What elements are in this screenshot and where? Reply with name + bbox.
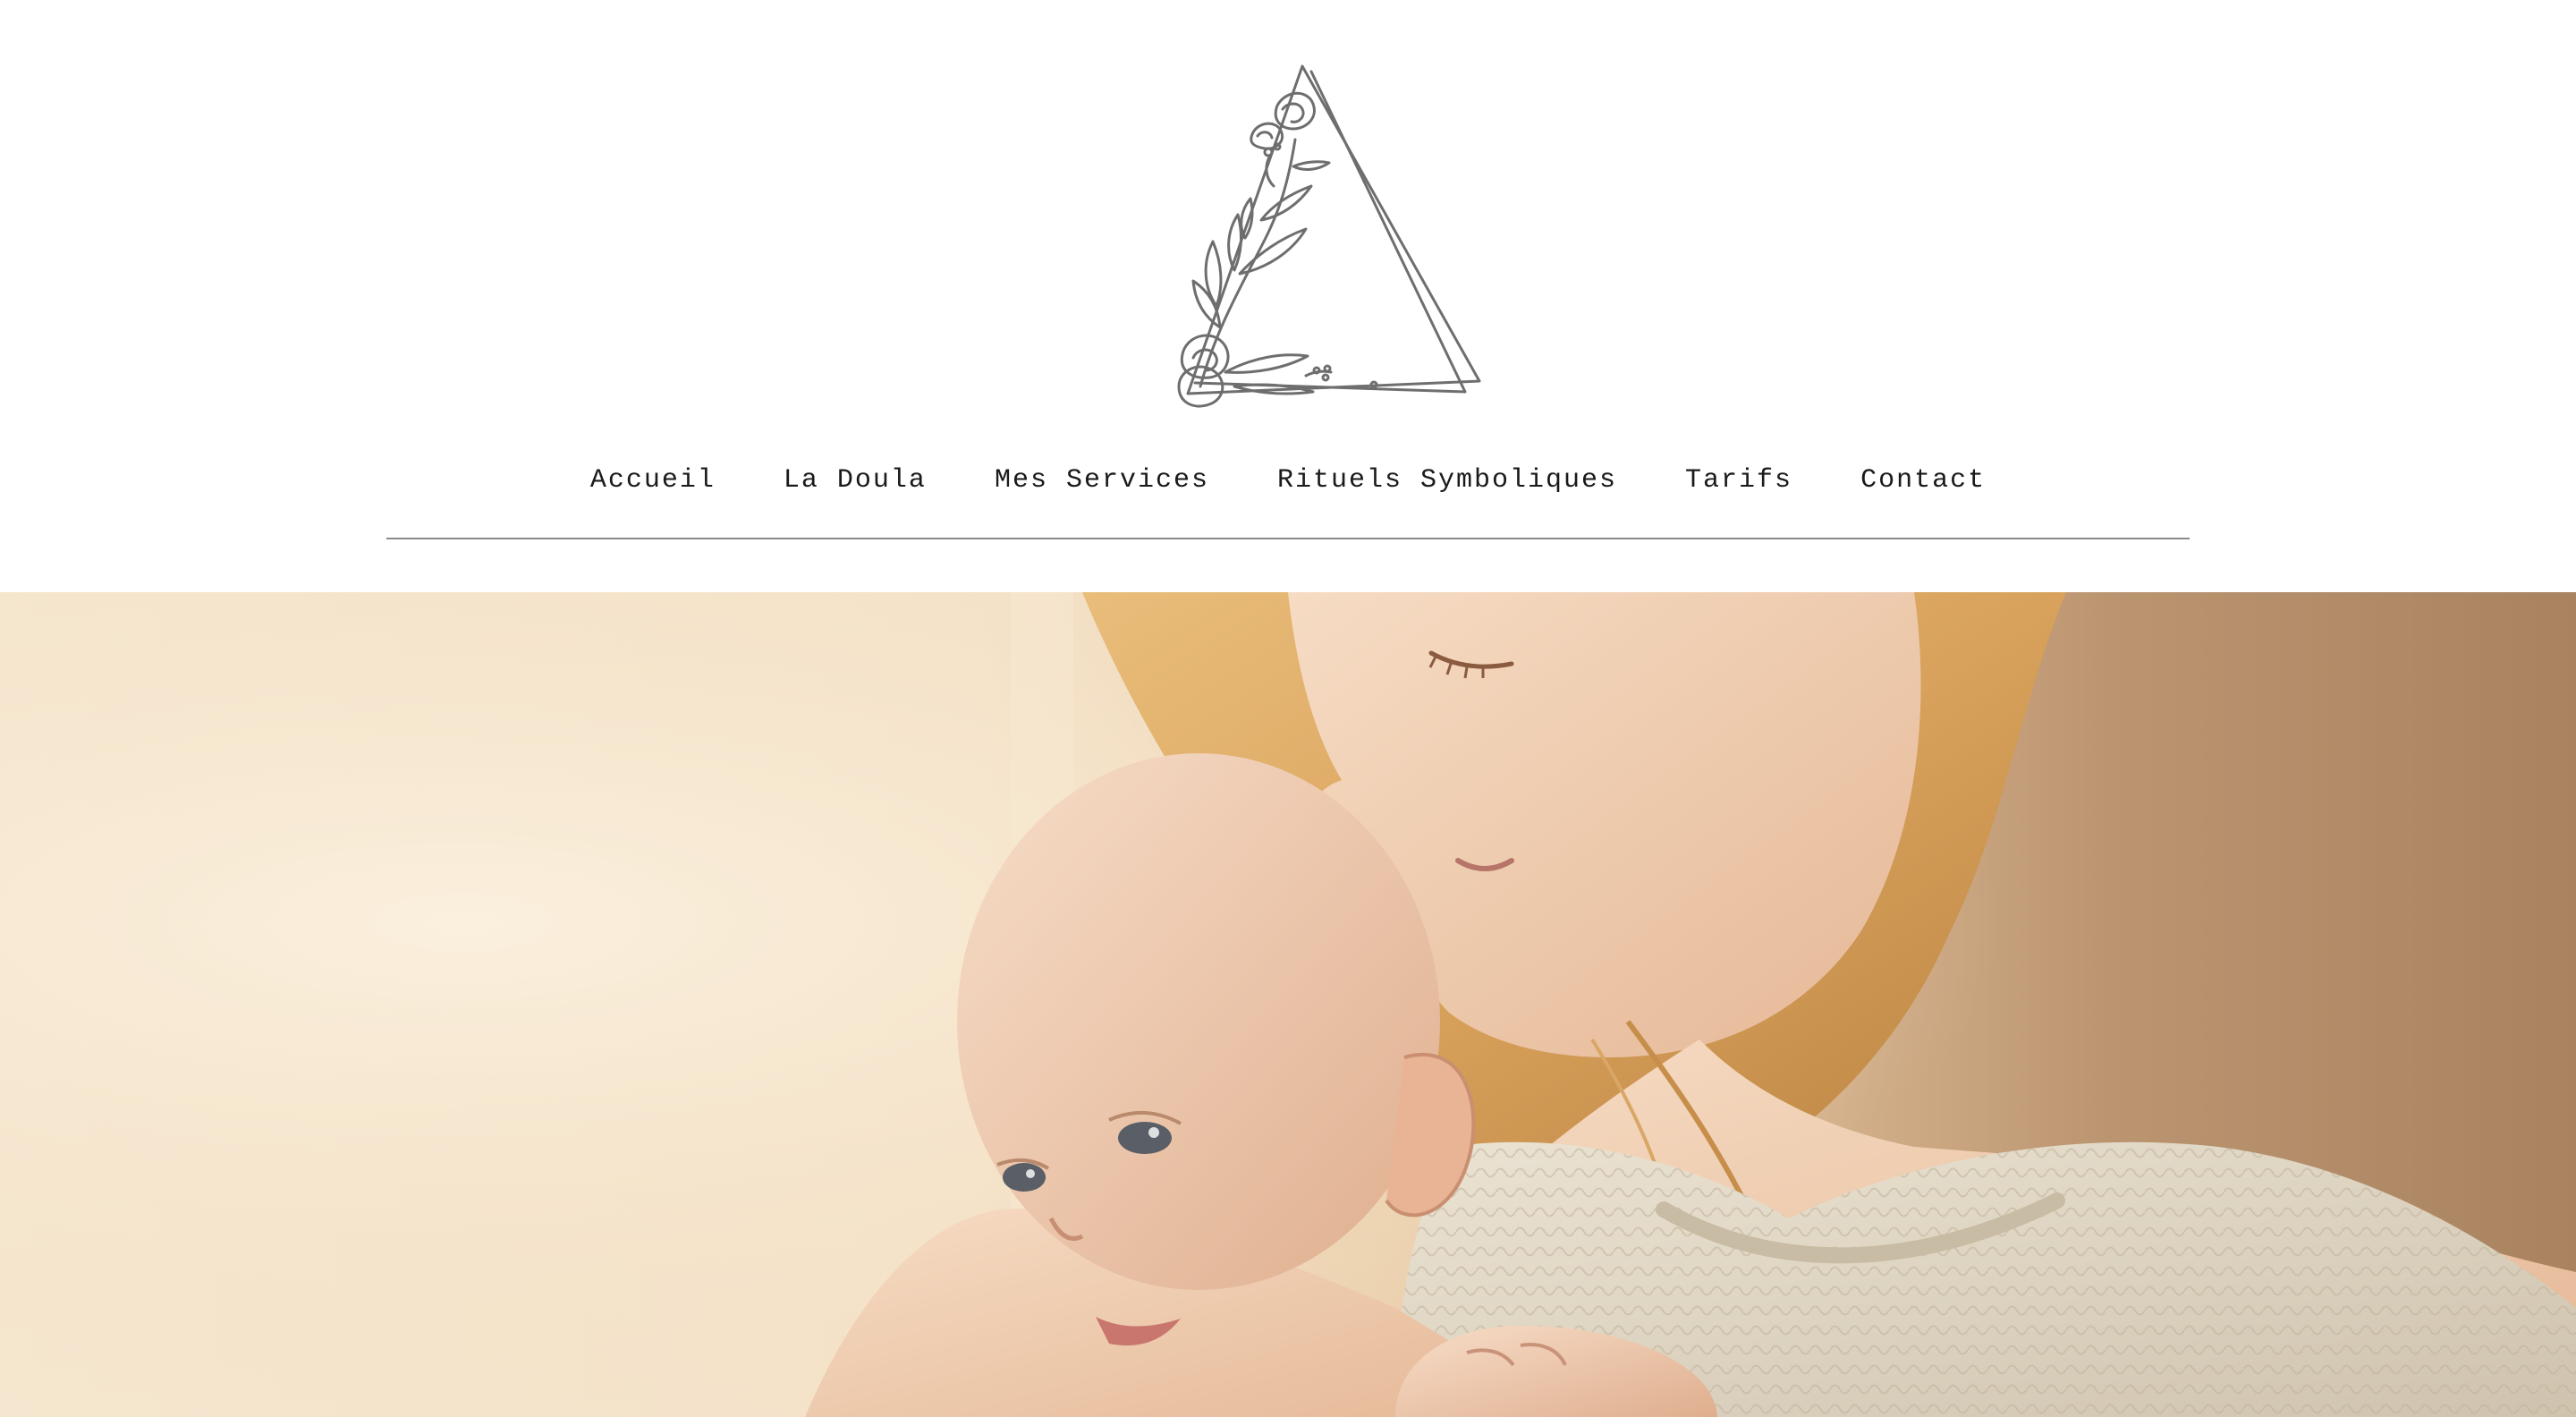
mother-and-baby-photo xyxy=(0,592,2576,1417)
nav-item-accueil[interactable]: Accueil xyxy=(590,465,716,496)
nav-item-rituels-symboliques[interactable]: Rituels Symboliques xyxy=(1277,465,1617,496)
nav-item-contact[interactable]: Contact xyxy=(1860,465,1986,496)
nav-item-mes-services[interactable]: Mes Services xyxy=(995,465,1209,496)
hero-section xyxy=(0,592,2576,1417)
nav-divider xyxy=(386,538,2190,539)
site-header: Accueil La Doula Mes Services Rituels Sy… xyxy=(0,0,2576,592)
nav-item-la-doula[interactable]: La Doula xyxy=(784,465,927,496)
main-nav: Accueil La Doula Mes Services Rituels Sy… xyxy=(386,458,2190,503)
floral-triangle-logo-icon[interactable] xyxy=(1082,59,1494,417)
nav-item-tarifs[interactable]: Tarifs xyxy=(1685,465,1792,496)
page: Accueil La Doula Mes Services Rituels Sy… xyxy=(0,0,2576,1417)
